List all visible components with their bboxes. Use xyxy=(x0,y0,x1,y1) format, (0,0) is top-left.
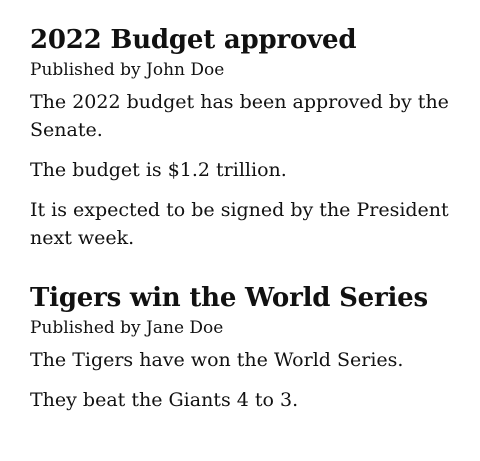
article-paragraph: The budget is $1.2 trillion. xyxy=(30,159,287,181)
article-byline: Published by Jane Doe xyxy=(30,318,224,338)
article-paragraph: It is expected to be signed by the Presi… xyxy=(30,199,449,249)
article-title: 2022 Budget approved xyxy=(30,25,357,55)
article-paragraph: They beat the Giants 4 to 3. xyxy=(30,389,299,411)
article-title: Tigers win the World Series xyxy=(30,283,428,313)
article-tigers: Tigers win the World Series Published by… xyxy=(30,280,450,414)
article-byline: Published by John Doe xyxy=(30,60,225,80)
article-paragraph: The 2022 budget has been approved by the… xyxy=(30,91,449,141)
article-paragraph: The Tigers have won the World Series. xyxy=(30,349,404,371)
article-budget: 2022 Budget approved Published by John D… xyxy=(30,22,450,252)
page: 2022 Budget approved Published by John D… xyxy=(0,0,480,461)
